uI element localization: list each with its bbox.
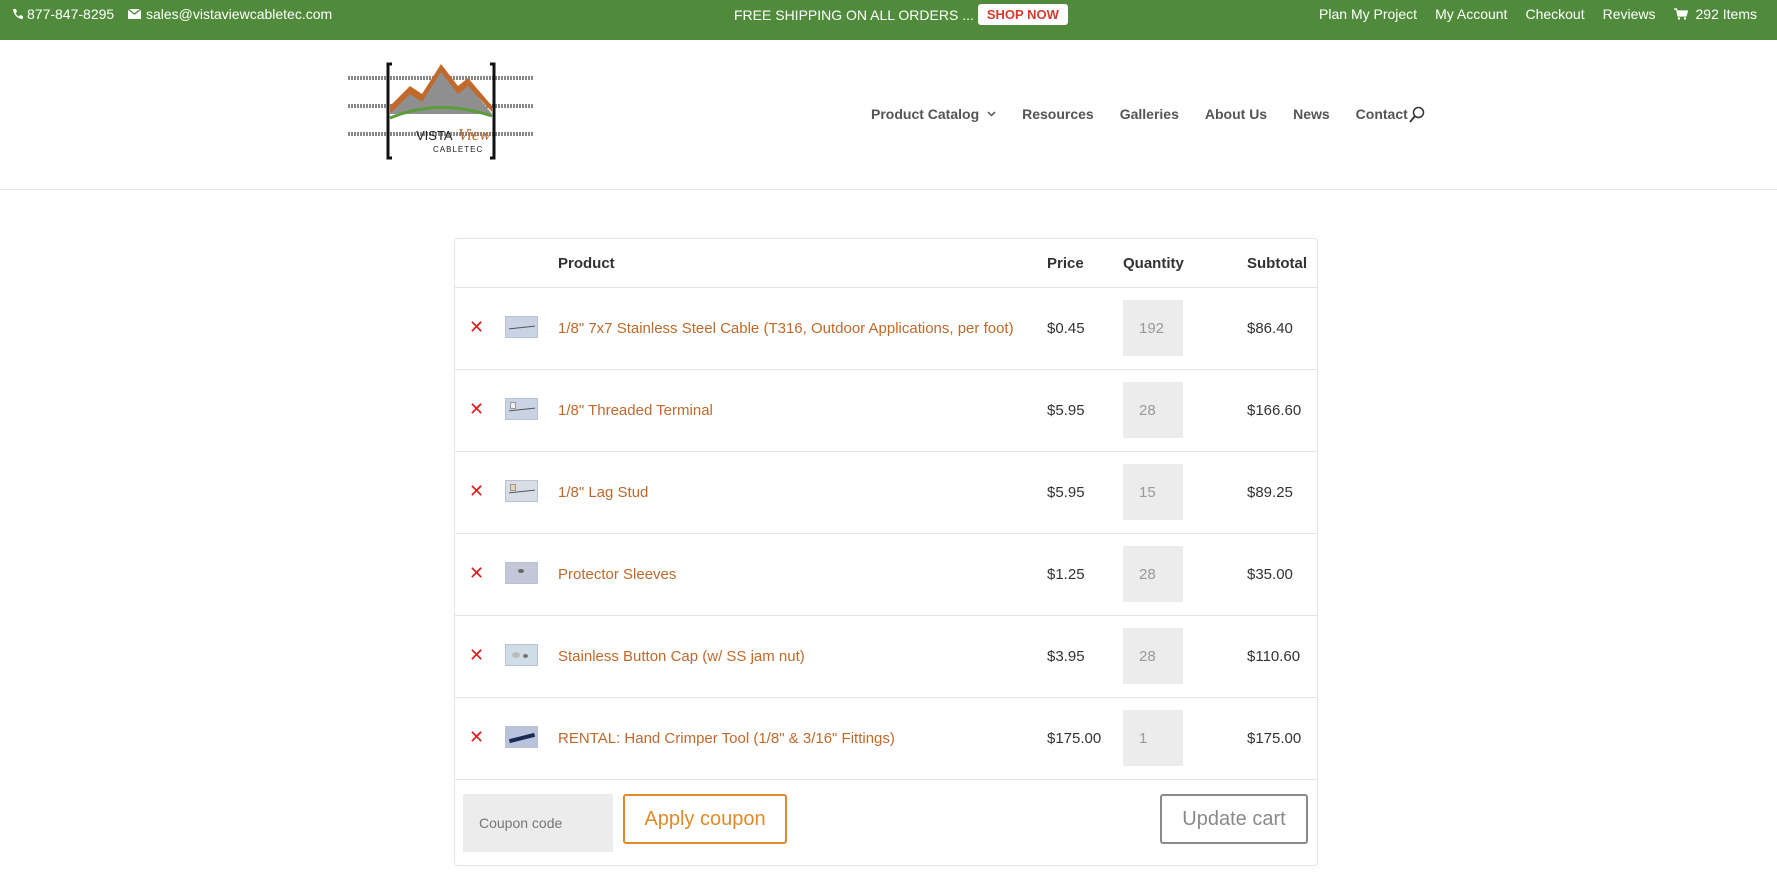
product-subtotal: $35.00 bbox=[1247, 566, 1293, 583]
my-account-link[interactable]: My Account bbox=[1435, 6, 1507, 22]
top-bar: 877-847-8295 sales@vistaviewcabletec.com… bbox=[0, 0, 1777, 40]
logo-graphic: VISTA View CABLETEC bbox=[348, 62, 534, 160]
product-thumbnail[interactable] bbox=[505, 316, 538, 338]
phone-number: 877-847-8295 bbox=[27, 6, 115, 22]
quantity-input[interactable] bbox=[1123, 628, 1183, 684]
remove-item-icon[interactable]: ✕ bbox=[469, 318, 484, 336]
header-price: Price bbox=[1047, 255, 1084, 272]
product-price: $3.95 bbox=[1047, 648, 1085, 665]
remove-item-icon[interactable]: ✕ bbox=[469, 400, 484, 418]
header-product: Product bbox=[558, 255, 615, 272]
cart-table: Product Price Quantity Subtotal ✕ 1/8" 7… bbox=[454, 238, 1318, 866]
top-links: Plan My Project My Account Checkout Revi… bbox=[1319, 6, 1757, 22]
quantity-input[interactable] bbox=[1123, 464, 1183, 520]
remove-item-icon[interactable]: ✕ bbox=[469, 564, 484, 582]
product-link[interactable]: 1/8" 7x7 Stainless Steel Cable (T316, Ou… bbox=[558, 320, 1014, 337]
header-subtotal: Subtotal bbox=[1247, 255, 1307, 272]
cart-table-header: Product Price Quantity Subtotal bbox=[455, 239, 1317, 288]
product-thumbnail[interactable] bbox=[505, 562, 538, 584]
header-quantity: Quantity bbox=[1123, 255, 1184, 272]
product-link[interactable]: Stainless Button Cap (w/ SS jam nut) bbox=[558, 648, 805, 665]
main-nav: Product Catalog Resources Galleries Abou… bbox=[871, 106, 1408, 122]
reviews-link[interactable]: Reviews bbox=[1603, 6, 1656, 22]
table-row: ✕ 1/8" 7x7 Stainless Steel Cable (T316, … bbox=[455, 288, 1317, 370]
site-header: VISTA View CABLETEC Product Catalog Reso… bbox=[0, 40, 1777, 190]
phone-icon bbox=[13, 9, 23, 19]
cart-count: 292 Items bbox=[1695, 6, 1757, 22]
cart-link[interactable]: 292 Items bbox=[1673, 6, 1757, 22]
quantity-input[interactable] bbox=[1123, 382, 1183, 438]
logo-text-vista: VISTA bbox=[416, 128, 453, 143]
remove-item-icon[interactable]: ✕ bbox=[469, 646, 484, 664]
quantity-input[interactable] bbox=[1123, 710, 1183, 766]
table-row: ✕ Stainless Button Cap (w/ SS jam nut) $… bbox=[455, 616, 1317, 698]
nav-product-catalog[interactable]: Product Catalog bbox=[871, 106, 996, 122]
nav-product-catalog-label: Product Catalog bbox=[871, 106, 980, 122]
product-thumbnail[interactable] bbox=[505, 398, 538, 420]
product-subtotal: $86.40 bbox=[1247, 320, 1293, 337]
product-price: $5.95 bbox=[1047, 484, 1085, 501]
phone-link[interactable]: 877-847-8295 bbox=[12, 6, 114, 22]
product-thumbnail[interactable] bbox=[505, 644, 538, 666]
apply-coupon-button[interactable]: Apply coupon bbox=[623, 794, 787, 844]
product-link[interactable]: Protector Sleeves bbox=[558, 566, 676, 583]
product-price: $1.25 bbox=[1047, 566, 1085, 583]
chevron-down-icon bbox=[987, 111, 996, 117]
nav-galleries[interactable]: Galleries bbox=[1120, 106, 1179, 122]
product-subtotal: $110.60 bbox=[1247, 648, 1301, 665]
product-link[interactable]: RENTAL: Hand Crimper Tool (1/8" & 3/16" … bbox=[558, 730, 895, 747]
email-address: sales@vistaviewcabletec.com bbox=[146, 6, 333, 22]
envelope-icon bbox=[128, 9, 141, 19]
cart-actions: Apply coupon Update cart bbox=[455, 782, 1317, 866]
email-link[interactable]: sales@vistaviewcabletec.com bbox=[128, 6, 332, 22]
logo-text-view: View bbox=[458, 125, 491, 144]
product-price: $175.00 bbox=[1047, 730, 1102, 747]
shopping-cart-icon bbox=[1673, 8, 1688, 20]
promo-banner: FREE SHIPPING ON ALL ORDERS ... SHOP NOW bbox=[734, 4, 1068, 25]
remove-item-icon[interactable]: ✕ bbox=[469, 728, 484, 746]
table-row: ✕ Protector Sleeves $1.25 $35.00 bbox=[455, 534, 1317, 616]
product-link[interactable]: 1/8" Threaded Terminal bbox=[558, 402, 713, 419]
product-thumbnail[interactable] bbox=[505, 726, 538, 748]
product-subtotal: $166.60 bbox=[1247, 402, 1302, 419]
product-link[interactable]: 1/8" Lag Stud bbox=[558, 484, 648, 501]
nav-resources[interactable]: Resources bbox=[1022, 106, 1094, 122]
plan-my-project-link[interactable]: Plan My Project bbox=[1319, 6, 1417, 22]
checkout-link[interactable]: Checkout bbox=[1525, 6, 1584, 22]
quantity-input[interactable] bbox=[1123, 546, 1183, 602]
table-row: ✕ 1/8" Threaded Terminal $5.95 $166.60 bbox=[455, 370, 1317, 452]
table-row: ✕ RENTAL: Hand Crimper Tool (1/8" & 3/16… bbox=[455, 698, 1317, 780]
product-price: $0.45 bbox=[1047, 320, 1085, 337]
site-logo[interactable]: VISTA View CABLETEC bbox=[348, 62, 534, 162]
quantity-input[interactable] bbox=[1123, 300, 1183, 356]
search-icon[interactable] bbox=[1408, 106, 1426, 124]
promo-text: FREE SHIPPING ON ALL ORDERS ... bbox=[734, 6, 974, 23]
update-cart-button[interactable]: Update cart bbox=[1160, 794, 1308, 844]
coupon-code-input[interactable] bbox=[463, 794, 613, 852]
nav-news[interactable]: News bbox=[1293, 106, 1330, 122]
remove-item-icon[interactable]: ✕ bbox=[469, 482, 484, 500]
nav-contact[interactable]: Contact bbox=[1356, 106, 1408, 122]
table-row: ✕ 1/8" Lag Stud $5.95 $89.25 bbox=[455, 452, 1317, 534]
shop-now-button[interactable]: SHOP NOW bbox=[977, 4, 1068, 25]
product-subtotal: $89.25 bbox=[1247, 484, 1293, 501]
product-price: $5.95 bbox=[1047, 402, 1085, 419]
nav-about-us[interactable]: About Us bbox=[1205, 106, 1267, 122]
product-subtotal: $175.00 bbox=[1247, 730, 1302, 747]
product-thumbnail[interactable] bbox=[505, 480, 538, 502]
logo-text-cabletec: CABLETEC bbox=[433, 145, 483, 154]
